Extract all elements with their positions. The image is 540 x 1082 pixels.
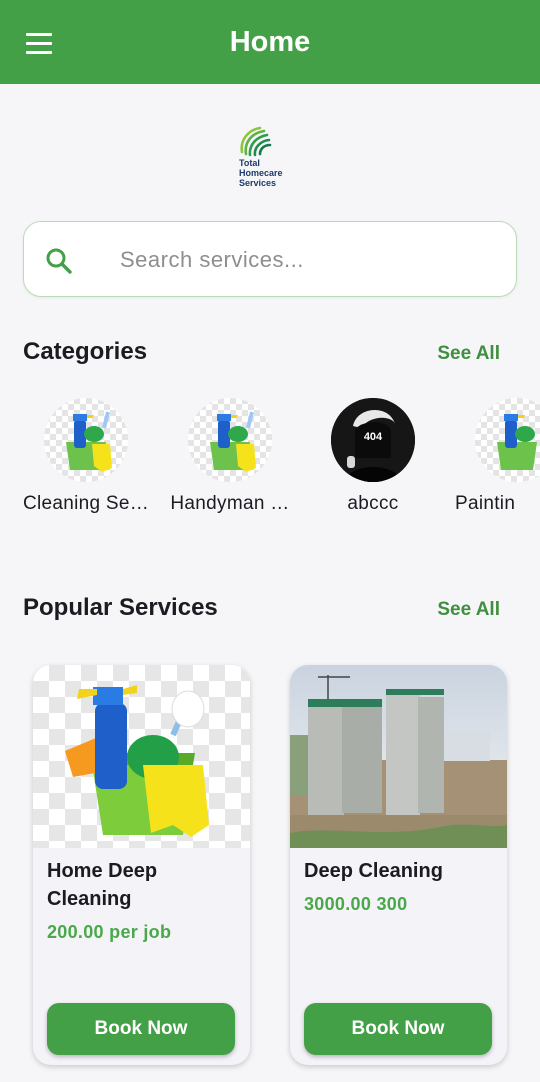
service-card[interactable]: Home Deep Cleaning 200.00 per job Book N… [33,665,250,1065]
service-card-price: 200.00 per job [47,922,172,942]
service-card-title: Home Deep Cleaning [47,860,158,910]
service-card[interactable]: Deep Cleaning 3000.00 300 Book Now [290,665,507,1065]
cleaning-supplies-image [33,665,250,848]
categories-list: Cleaning Se… Handyman … 404 abccc Painti… [0,395,540,525]
company-logo: Total Homecare Services [222,118,318,208]
category-item-cleaning[interactable]: Cleaning Se… [16,395,156,525]
search-input[interactable] [120,240,500,280]
popular-see-all-link[interactable]: See All [437,599,500,621]
categories-see-all-link[interactable]: See All [437,343,500,365]
app-bar: Home [0,0,540,84]
404-avatar-icon: 404 [331,398,415,482]
category-label: Paintin [455,493,516,514]
category-item-abccc[interactable]: 404 abccc [303,395,443,525]
book-now-button[interactable]: Book Now [47,1003,235,1055]
cleaning-supplies-icon [44,398,128,482]
category-item-painting[interactable]: Paintin [447,395,540,525]
logo-text: Total Homecare Services [239,158,283,188]
category-item-handyman[interactable]: Handyman … [160,395,300,525]
category-label: Cleaning Se… [22,493,150,514]
logo-swoosh-icon [240,126,272,157]
popular-services-title: Popular Services [23,594,218,621]
page-title: Home [229,25,311,58]
categories-title: Categories [23,338,148,365]
category-label: Handyman … [170,493,290,514]
category-label: abccc [347,493,399,514]
cleaning-supplies-icon [475,398,540,482]
search-bar[interactable] [23,221,517,297]
svg-text:404: 404 [364,431,383,443]
cleaning-supplies-icon [188,398,272,482]
hamburger-menu-icon[interactable] [18,24,60,62]
search-icon [46,248,72,274]
building-construction-photo [290,665,507,848]
service-card-price: 3000.00 300 [304,894,408,914]
service-card-title: Deep Cleaning [304,860,443,882]
book-now-button[interactable]: Book Now [304,1003,492,1055]
